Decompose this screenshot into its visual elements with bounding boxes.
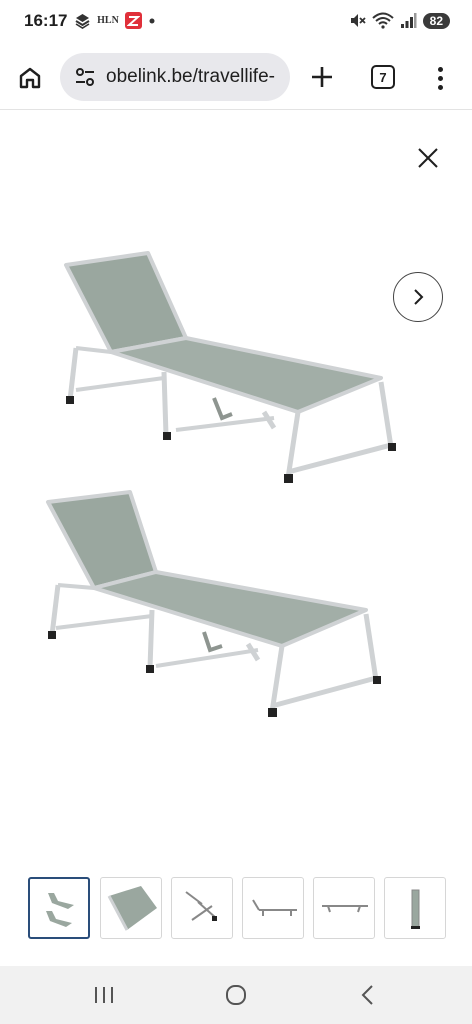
new-tab-button[interactable] [306,61,338,93]
next-image-button[interactable] [393,272,443,322]
tab-count: 7 [379,69,387,85]
hln-label: HLN [97,15,119,26]
plus-icon [312,67,332,87]
thumbnail-low-view [322,905,368,913]
thumbnail-6[interactable] [384,877,446,939]
chevron-right-icon [414,289,424,305]
thumbnail-side-view [252,899,297,916]
browser-toolbar: obelink.be/travellife- 7 [0,44,472,110]
thumbnail-5[interactable] [313,877,375,939]
recent-apps-icon [95,987,113,1003]
close-gallery-button[interactable] [410,140,446,176]
thumbnail-3[interactable] [171,877,233,939]
address-bar[interactable]: obelink.be/travellife- [60,53,290,101]
stack-app-icon [74,12,91,29]
sun-lounger-top [64,251,396,483]
menu-dot-icon [437,75,443,81]
url-text[interactable]: obelink.be/travellife- [106,66,275,88]
system-icons: 82 [349,12,450,29]
back-nav-button[interactable] [348,979,388,1011]
sun-lounger-bottom [46,490,381,717]
thumbnail-fabric-closeup [107,886,157,931]
thumbnail-1[interactable] [28,877,90,939]
system-navigation-bar [0,966,472,1024]
menu-dot-icon [437,66,443,72]
signal-icon [400,12,417,29]
thumbnail-frame-detail [185,891,217,921]
back-chevron-icon [361,985,373,1005]
zalando-icon [125,12,142,29]
close-icon [418,148,438,168]
home-nav-button[interactable] [216,979,256,1011]
status-time: 16:17 [24,11,68,30]
tab-switcher-button[interactable]: 7 [371,65,395,89]
notification-icons: HLN [74,12,156,29]
home-button[interactable] [14,62,46,94]
home-icon [19,67,41,89]
hln-icon: HLN [97,12,119,29]
thumbnail-4[interactable] [242,877,304,939]
thumbnail-two-loungers [46,893,74,927]
product-image [46,251,396,717]
battery-indicator: 82 [422,12,450,29]
mute-icon [349,12,366,29]
dot-icon [148,12,156,29]
recent-apps-button[interactable] [84,979,124,1011]
status-bar: 16:17 HLN 82 [0,0,472,44]
site-settings-icon[interactable] [72,64,98,90]
thumbnail-2[interactable] [100,877,162,939]
browser-menu-button[interactable] [428,62,452,94]
wifi-icon [371,12,394,29]
home-circle-icon [226,985,246,1005]
menu-dot-icon [437,84,443,90]
thumbnail-folded [411,889,420,929]
thumbnail-strip [28,877,448,941]
